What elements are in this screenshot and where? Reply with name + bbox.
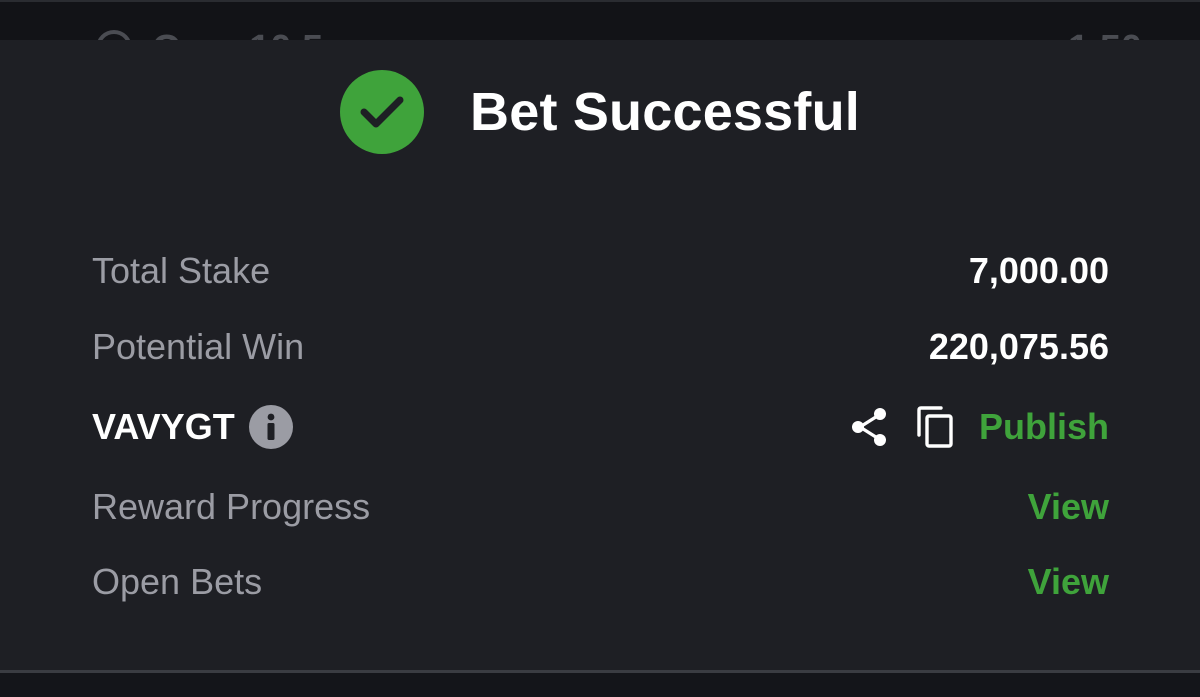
- reward-progress-view-link[interactable]: View: [1028, 486, 1109, 528]
- open-bets-view-link[interactable]: View: [1028, 561, 1109, 603]
- below-sheet-area: [0, 673, 1200, 697]
- info-icon[interactable]: [248, 405, 293, 449]
- booking-code: VAVYGT: [92, 406, 235, 447]
- reward-progress-row: Reward Progress View: [92, 482, 1109, 532]
- open-bets-row: Open Bets View: [92, 557, 1109, 607]
- booking-code-group: VAVYGT: [92, 405, 293, 449]
- publish-button[interactable]: Publish: [979, 406, 1109, 448]
- potential-win-row: Potential Win 220,075.56: [92, 322, 1109, 372]
- copy-icon[interactable]: [915, 405, 955, 449]
- total-stake-value: 7,000.00: [968, 250, 1109, 291]
- dialog-title: Bet Successful: [470, 82, 860, 142]
- total-stake-label: Total Stake: [92, 250, 271, 291]
- potential-win-value: 220,075.56: [928, 326, 1109, 367]
- total-stake-row: Total Stake 7,000.00: [92, 246, 1109, 296]
- dialog-header: Bet Successful: [0, 70, 1200, 154]
- reward-progress-label: Reward Progress: [92, 486, 371, 527]
- check-circle-icon: [340, 70, 425, 154]
- booking-code-row: VAVYGT Publish: [92, 402, 1109, 452]
- open-bets-label: Open Bets: [92, 561, 263, 602]
- booking-actions: Publish: [849, 405, 1109, 449]
- background-selection-row: Over 10.5 1.50: [0, 0, 1200, 70]
- share-icon[interactable]: [849, 406, 891, 448]
- potential-win-label: Potential Win: [92, 326, 305, 367]
